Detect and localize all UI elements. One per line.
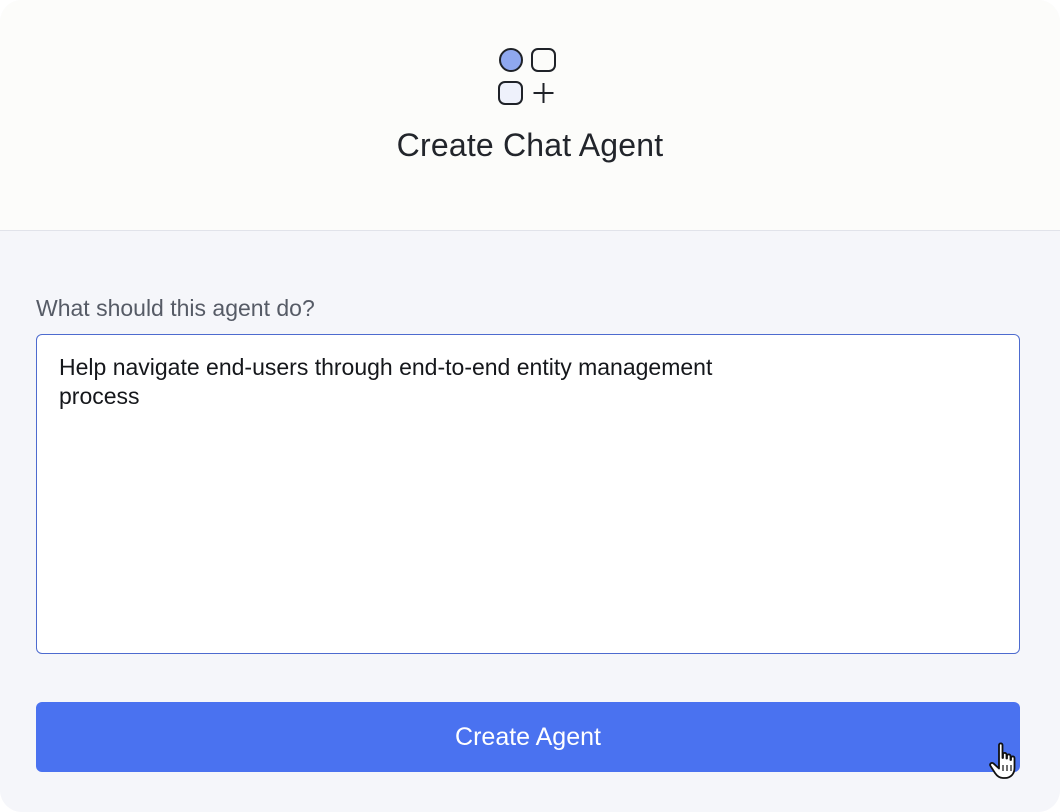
create-agent-button[interactable]: Create Agent — [36, 702, 1020, 772]
create-agent-dialog: Create Chat Agent What should this agent… — [0, 0, 1060, 812]
hand-pointer-icon — [989, 742, 1016, 779]
dialog-header: Create Chat Agent — [0, 0, 1060, 231]
agent-grid-icon — [498, 48, 556, 105]
prompt-label: What should this agent do? — [36, 295, 315, 321]
dialog-title: Create Chat Agent — [396, 127, 664, 163]
agent-description-input[interactable] — [36, 334, 1020, 654]
dialog-body: What should this agent do? Create Agent — [0, 231, 1060, 812]
